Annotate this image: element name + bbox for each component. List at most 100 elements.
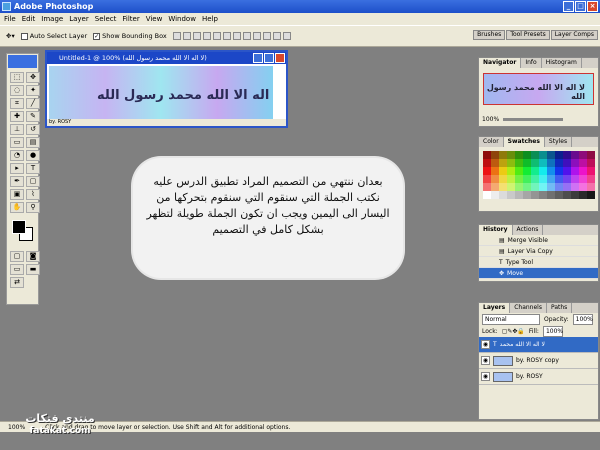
swatch[interactable] <box>555 191 563 199</box>
menu-filter[interactable]: Filter <box>122 13 139 25</box>
magic-wand-icon[interactable]: ✦ <box>26 85 40 96</box>
swatch[interactable] <box>531 183 539 191</box>
swatch[interactable] <box>555 151 563 159</box>
swatch[interactable] <box>507 151 515 159</box>
standard-mode-icon[interactable]: ▢ <box>10 251 24 262</box>
history-item[interactable]: ▤ Layer Via Copy <box>479 246 598 257</box>
hand-tool-icon[interactable]: ✋ <box>10 202 24 213</box>
swatch[interactable] <box>491 175 499 183</box>
menu-select[interactable]: Select <box>95 13 117 25</box>
swatch[interactable] <box>491 151 499 159</box>
swatch[interactable] <box>531 167 539 175</box>
distribute-right-icon[interactable] <box>282 32 291 40</box>
swatch[interactable] <box>563 167 571 175</box>
dodge-tool-icon[interactable]: ● <box>26 150 40 161</box>
swatch[interactable] <box>507 175 515 183</box>
swatch[interactable] <box>555 167 563 175</box>
fill-field[interactable]: 100% <box>542 325 563 337</box>
swatch[interactable] <box>587 183 595 191</box>
swatch[interactable] <box>515 167 523 175</box>
path-select-icon[interactable]: ▸ <box>10 163 24 174</box>
foreground-color[interactable] <box>12 220 26 234</box>
full-screen-icon[interactable]: ▬ <box>26 264 40 275</box>
imageready-icon[interactable]: ⇄ <box>10 277 24 288</box>
quick-mask-icon[interactable]: ◙ <box>26 251 40 262</box>
eye-icon[interactable]: ◉ <box>481 372 490 381</box>
lasso-tool-icon[interactable]: ◌ <box>10 85 24 96</box>
tab-paths[interactable]: Paths <box>547 303 573 313</box>
navigator-preview[interactable]: لا اله الا الله محمد رسول الله <box>483 73 594 105</box>
tab-navigator[interactable]: Navigator <box>479 58 522 68</box>
tab-swatches[interactable]: Swatches <box>503 137 545 147</box>
swatch[interactable] <box>499 183 507 191</box>
swatch[interactable] <box>523 159 531 167</box>
eyedropper-icon[interactable]: ⌇ <box>26 189 40 200</box>
history-item[interactable]: ▤ Merge Visible <box>479 235 598 246</box>
swatch[interactable] <box>587 175 595 183</box>
menu-window[interactable]: Window <box>168 13 196 25</box>
type-tool-icon[interactable]: T <box>26 163 40 174</box>
history-item[interactable]: T Type Tool <box>479 257 598 268</box>
swatch[interactable] <box>483 191 491 199</box>
doc-maximize-button[interactable] <box>264 53 274 63</box>
brush-tool-icon[interactable]: ✎ <box>26 111 40 122</box>
swatch[interactable] <box>523 167 531 175</box>
doc-minimize-button[interactable] <box>253 53 263 63</box>
distribute-top-icon[interactable] <box>232 32 241 40</box>
menu-layer[interactable]: Layer <box>69 13 89 25</box>
swatch[interactable] <box>515 183 523 191</box>
swatch[interactable] <box>499 159 507 167</box>
swatch[interactable] <box>587 159 595 167</box>
marquee-tool-icon[interactable]: ⬚ <box>10 72 24 83</box>
swatch-grid[interactable] <box>483 151 595 199</box>
swatch[interactable] <box>483 159 491 167</box>
shape-tool-icon[interactable]: ▢ <box>26 176 40 187</box>
swatch[interactable] <box>515 175 523 183</box>
swatch[interactable] <box>571 159 579 167</box>
align-top-icon[interactable] <box>172 32 181 40</box>
swatch[interactable] <box>523 151 531 159</box>
swatch[interactable] <box>579 191 587 199</box>
blend-mode-select[interactable]: Normal <box>482 313 540 325</box>
swatch[interactable] <box>523 175 531 183</box>
tab-info[interactable]: Info <box>521 58 542 68</box>
swatch[interactable] <box>563 191 571 199</box>
close-button[interactable]: × <box>587 1 598 12</box>
move-tool-icon[interactable]: ✥▾ <box>6 32 15 40</box>
layer-row[interactable]: ◉ by. ROSY copy <box>479 353 598 369</box>
swatch[interactable] <box>491 159 499 167</box>
swatch[interactable] <box>515 191 523 199</box>
swatch[interactable] <box>547 175 555 183</box>
swatch[interactable] <box>499 167 507 175</box>
distribute-left-icon[interactable] <box>262 32 271 40</box>
swatch[interactable] <box>555 175 563 183</box>
pen-tool-icon[interactable]: ✒ <box>10 176 24 187</box>
swatch[interactable] <box>531 159 539 167</box>
swatch[interactable] <box>491 191 499 199</box>
swatch[interactable] <box>539 159 547 167</box>
swatch[interactable] <box>579 159 587 167</box>
swatch[interactable] <box>579 167 587 175</box>
distribute-center-icon[interactable] <box>272 32 281 40</box>
layer-row[interactable]: ◉ by. ROSY <box>479 369 598 385</box>
gradient-tool-icon[interactable]: ▤ <box>26 137 40 148</box>
navigator-zoom[interactable]: 100% <box>482 116 499 123</box>
show-bounding-checkbox[interactable]: ✓ Show Bounding Box <box>93 32 167 40</box>
swatch[interactable] <box>539 151 547 159</box>
swatch[interactable] <box>539 167 547 175</box>
swatch[interactable] <box>507 167 515 175</box>
distribute-bottom-icon[interactable] <box>252 32 261 40</box>
swatch[interactable] <box>571 151 579 159</box>
color-swatches[interactable] <box>10 220 35 244</box>
swatch[interactable] <box>571 167 579 175</box>
canvas[interactable]: لا اله الا الله محمد رسول الله <box>49 66 273 122</box>
align-bottom-icon[interactable] <box>192 32 201 40</box>
tab-channels[interactable]: Channels <box>510 303 547 313</box>
swatch[interactable] <box>507 159 515 167</box>
swatch[interactable] <box>499 151 507 159</box>
swatch[interactable] <box>491 183 499 191</box>
swatch[interactable] <box>587 151 595 159</box>
swatch[interactable] <box>547 167 555 175</box>
swatch[interactable] <box>483 151 491 159</box>
crop-tool-icon[interactable]: ⌗ <box>10 98 24 109</box>
